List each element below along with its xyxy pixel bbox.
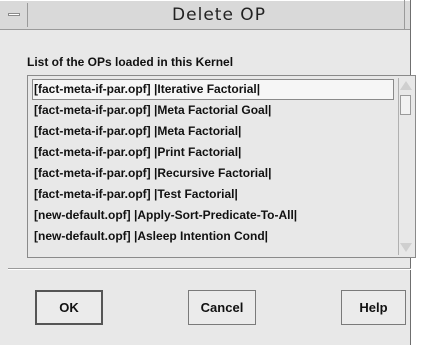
op-list[interactable]: [fact-meta-if-par.opf] |Iterative Factor… — [27, 75, 416, 258]
button-area-separator — [8, 268, 411, 270]
list-item[interactable]: [fact-meta-if-par.opf] |Meta Factorial G… — [32, 100, 394, 121]
title-bar-divider — [404, 0, 405, 29]
title-bar[interactable]: Delete OP — [0, 0, 410, 30]
list-item[interactable]: [new-default.opf] |Asleep Intention Cond… — [32, 226, 394, 247]
cancel-button[interactable]: Cancel — [188, 290, 256, 325]
list-item[interactable]: [fact-meta-if-par.opf] |Iterative Factor… — [32, 79, 394, 100]
list-item[interactable]: [fact-meta-if-par.opf] |Print Factorial| — [32, 142, 394, 163]
scroll-thumb[interactable] — [400, 95, 411, 115]
help-button[interactable]: Help — [341, 290, 406, 325]
op-list-scrollbar[interactable] — [398, 78, 413, 255]
op-list-label: List of the OPs loaded in this Kernel — [27, 55, 234, 69]
window-title: Delete OP — [172, 5, 266, 25]
list-item[interactable]: [fact-meta-if-par.opf] |Meta Factorial| — [32, 121, 394, 142]
op-list-items: [fact-meta-if-par.opf] |Iterative Factor… — [32, 79, 394, 247]
delete-op-dialog: Delete OP List of the OPs loaded in this… — [0, 0, 416, 345]
window-menu-icon — [8, 13, 20, 16]
scroll-up-arrow-icon[interactable] — [400, 81, 412, 90]
scroll-down-arrow-icon[interactable] — [400, 243, 412, 252]
list-item[interactable]: [fact-meta-if-par.opf] |Test Factorial| — [32, 184, 394, 205]
list-item[interactable]: [new-default.opf] |Apply-Sort-Predicate-… — [32, 205, 394, 226]
window-menu-button[interactable] — [2, 3, 28, 27]
list-item[interactable]: [fact-meta-if-par.opf] |Recursive Factor… — [32, 163, 394, 184]
title-bar-highlight — [0, 0, 410, 1]
ok-button[interactable]: OK — [35, 290, 103, 325]
